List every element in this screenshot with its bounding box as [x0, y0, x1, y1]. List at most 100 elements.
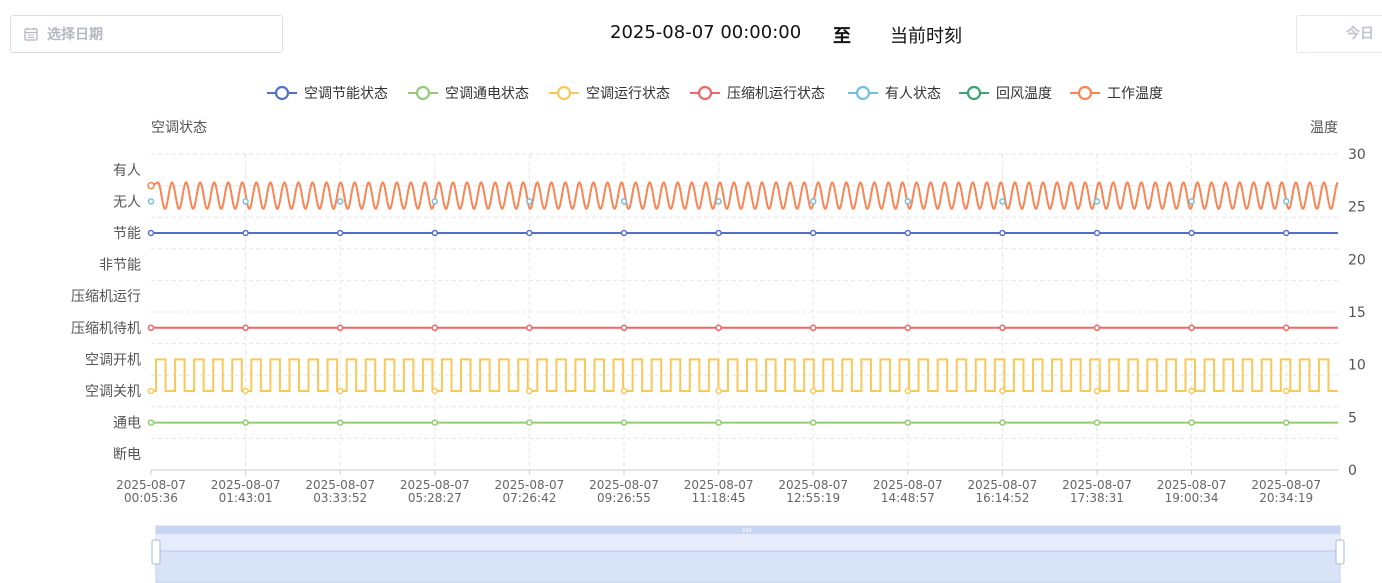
run-status-marker — [620, 387, 628, 395]
legend-label: 空调通电状态 — [445, 86, 529, 102]
legend-symbol — [1077, 85, 1093, 101]
occupancy-marker — [1282, 198, 1290, 205]
left-axis-name: 空调状态 — [151, 120, 207, 136]
run-status-marker — [147, 387, 155, 395]
compressor-status-marker — [904, 324, 912, 332]
x-tick-label-time: 12:55:19 — [786, 491, 840, 505]
compressor-status-marker — [1093, 324, 1101, 332]
occupancy-marker — [620, 198, 628, 205]
energy-status-marker — [147, 229, 155, 237]
y-right-tick-label: 15 — [1348, 305, 1366, 321]
work-temp-line — [150, 181, 1339, 210]
x-tick-label-date: 2025-08-07 — [589, 478, 659, 492]
compressor-status-marker — [526, 324, 533, 332]
data-zoom-slider[interactable] — [151, 525, 1345, 583]
legend-label: 压缩机运行状态 — [727, 86, 825, 102]
power-status-marker — [336, 419, 344, 426]
legend-item[interactable]: 空调运行状态 — [549, 85, 670, 102]
run-status-marker — [1188, 387, 1195, 395]
energy-status-marker — [999, 229, 1006, 237]
occupancy-marker — [904, 198, 912, 205]
x-tick-label-time: 07:26:42 — [502, 491, 556, 505]
zoom-top-bar — [156, 526, 1340, 534]
power-status-marker — [526, 419, 533, 426]
y-left-tick-label: 空调关机 — [85, 384, 141, 400]
power-status-marker — [904, 419, 912, 426]
power-status-marker — [1282, 419, 1290, 426]
y-left-tick-label: 有人 — [113, 163, 141, 179]
y-right-tick-label: 20 — [1348, 252, 1366, 268]
y-right-tick-label: 0 — [1348, 463, 1357, 479]
power-status-marker — [809, 419, 817, 426]
occupancy-marker — [809, 198, 817, 205]
status-temperature-chart: 空调状态 温度断电 通电 空调关机 空调开机 压缩机待机 压缩机运行 非节能 节能 无人 有人 0 5 1… — [71, 85, 1366, 583]
x-tick-label-time: 03:33:52 — [313, 491, 367, 505]
legend-symbol — [415, 85, 431, 101]
legend-item[interactable]: 空调节能状态 — [267, 85, 388, 102]
energy-status-marker — [715, 229, 722, 237]
work-temp-marker — [147, 181, 155, 190]
energy-status-marker — [904, 229, 912, 237]
series-compressor-status — [147, 324, 1338, 332]
occupancy-marker — [336, 198, 344, 205]
run-status-marker — [1093, 387, 1101, 395]
zoom-handle-right[interactable] — [1335, 539, 1345, 565]
x-tick-label-date: 2025-08-07 — [400, 478, 470, 492]
y-left-tick-label: 断电 — [113, 447, 141, 463]
x-tick-label-time: 16:14:52 — [975, 491, 1029, 505]
series-run-status — [147, 358, 1338, 395]
x-tick-label-date: 2025-08-07 — [968, 478, 1038, 492]
run-status-marker — [715, 387, 722, 395]
energy-status-marker — [809, 229, 817, 237]
energy-status-marker — [1188, 229, 1195, 237]
legend-item[interactable]: 回风温度 — [959, 85, 1052, 102]
compressor-status-marker — [999, 324, 1006, 332]
occupancy-marker — [1188, 198, 1195, 205]
legend-item[interactable]: 有人状态 — [848, 85, 941, 102]
power-status-marker — [620, 419, 628, 426]
legend-label: 空调运行状态 — [586, 86, 670, 102]
occupancy-marker — [999, 198, 1006, 205]
run-status-marker — [431, 387, 439, 395]
compressor-status-marker — [620, 324, 628, 332]
legend-label: 有人状态 — [885, 86, 941, 102]
power-status-marker — [431, 419, 439, 426]
series-work-temp — [147, 181, 1339, 210]
energy-status-marker — [526, 229, 533, 237]
occupancy-marker — [242, 198, 249, 205]
x-tick-label-date: 2025-08-07 — [1157, 478, 1227, 492]
legend-label: 工作温度 — [1107, 86, 1163, 102]
compressor-status-marker — [242, 324, 249, 332]
legend-item[interactable]: 工作温度 — [1070, 85, 1163, 102]
y-left-tick-label: 通电 — [113, 416, 141, 432]
x-tick-label-date: 2025-08-07 — [305, 478, 375, 492]
chart-legend: 空调节能状态 空调通电状态 空调运行状态 压缩机运行状态 有人状态 回风温度 工作温度 — [267, 85, 1163, 102]
y-right-tick-label: 10 — [1348, 358, 1366, 374]
y-right-tick-label: 5 — [1348, 410, 1357, 426]
x-tick-label-time: 05:28:27 — [408, 491, 462, 505]
x-tick-label-date: 2025-08-07 — [1062, 478, 1132, 492]
power-status-marker — [242, 419, 249, 426]
x-tick-label-date: 2025-08-07 — [116, 478, 186, 492]
compressor-status-marker — [147, 324, 155, 332]
run-status-marker — [904, 387, 912, 395]
zoom-handle-left[interactable] — [151, 539, 161, 565]
series-energy-status — [147, 229, 1338, 237]
occupancy-marker — [1093, 198, 1101, 205]
legend-label: 回风温度 — [996, 86, 1052, 102]
power-status-marker — [147, 419, 155, 426]
occupancy-marker — [431, 198, 439, 205]
x-tick-label-time: 09:26:55 — [597, 491, 651, 505]
y-left-tick-label: 压缩机运行 — [71, 289, 141, 305]
compressor-status-marker — [809, 324, 817, 332]
legend-symbol — [556, 85, 572, 101]
legend-item[interactable]: 空调通电状态 — [408, 85, 529, 102]
compressor-status-marker — [431, 324, 439, 332]
energy-status-marker — [242, 229, 249, 237]
x-tick-label-time: 20:34:19 — [1259, 491, 1313, 505]
occupancy-marker — [715, 198, 722, 205]
x-tick-label-date: 2025-08-07 — [211, 478, 281, 492]
compressor-status-marker — [1188, 324, 1195, 332]
legend-item[interactable]: 压缩机运行状态 — [690, 85, 825, 102]
run-status-marker — [336, 387, 344, 395]
